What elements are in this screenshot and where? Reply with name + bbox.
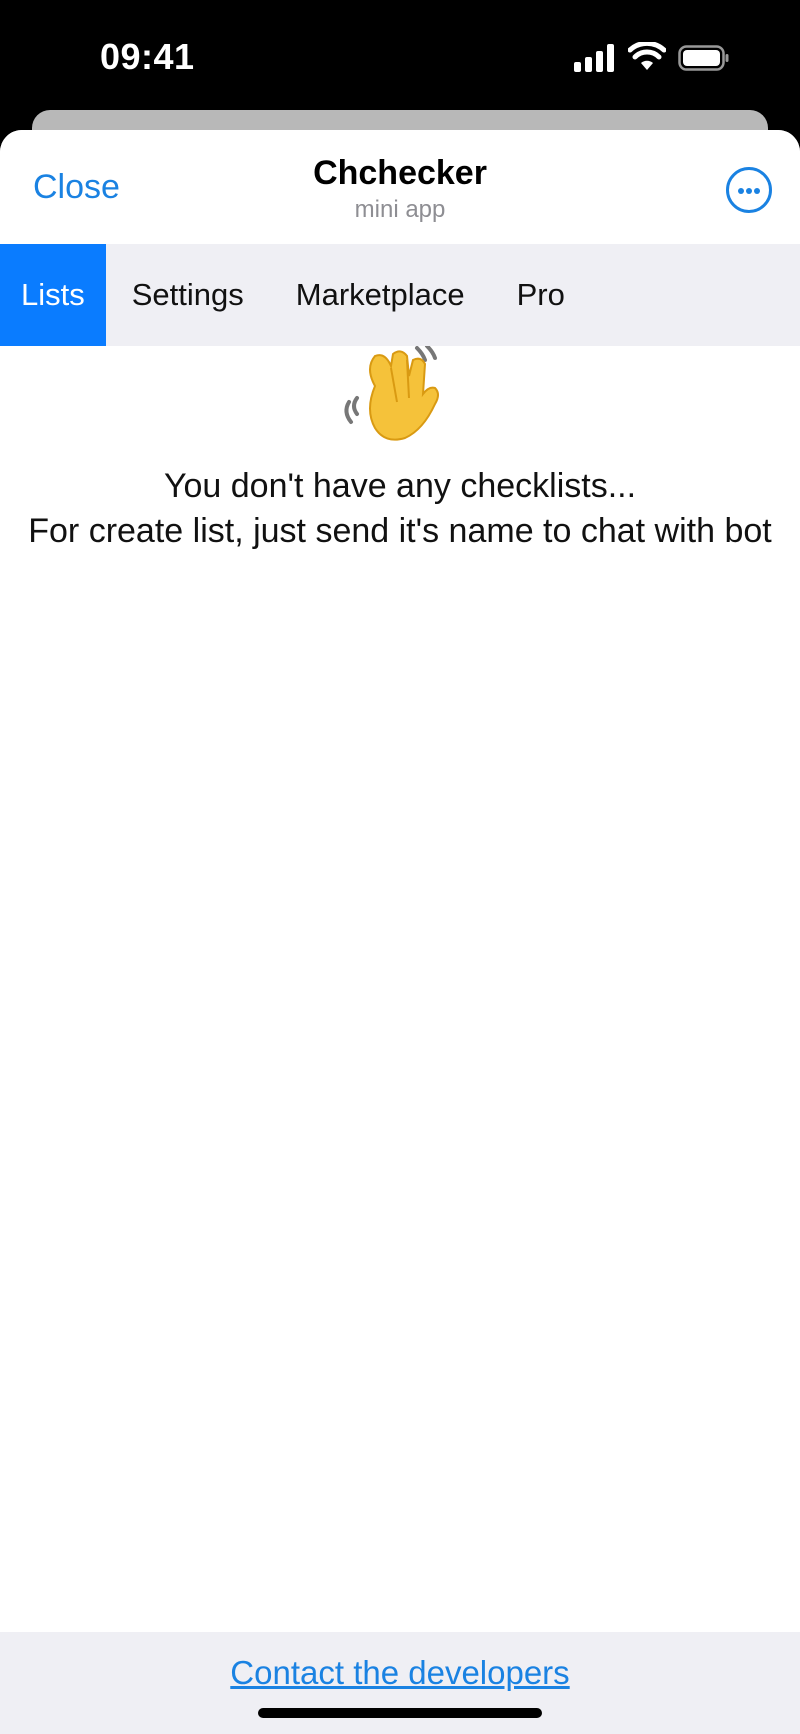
app-subtitle: mini app (354, 196, 446, 223)
app-title: Chchecker (313, 154, 487, 192)
status-bar: 09:41 (0, 0, 800, 110)
sheet-header: Close Chchecker mini app (0, 130, 800, 244)
wifi-icon (628, 42, 666, 70)
mini-app-sheet: Close Chchecker mini app Lists Settings … (0, 130, 800, 1734)
empty-message: You don't have any checklists... For cre… (0, 464, 800, 554)
tab-pro[interactable]: Pro (491, 244, 591, 346)
tab-marketplace[interactable]: Marketplace (270, 244, 491, 346)
empty-state: You don't have any checklists... For cre… (0, 346, 800, 554)
contact-developers-link[interactable]: Contact the developers (0, 1654, 800, 1692)
status-time: 09:41 (100, 36, 195, 77)
cellular-signal-icon (574, 44, 616, 72)
title-block: Chchecker mini app (0, 150, 800, 224)
tab-lists[interactable]: Lists (0, 244, 106, 346)
footer-bar: Contact the developers (0, 1632, 800, 1734)
empty-message-line-1: You don't have any checklists... (163, 467, 637, 505)
battery-icon (678, 45, 729, 71)
tab-bar: Lists Settings Marketplace Pro (0, 244, 800, 346)
empty-message-line-2: For create list, just send it's name to … (28, 512, 772, 550)
waving-hand-icon (344, 346, 439, 441)
tab-settings[interactable]: Settings (106, 244, 270, 346)
home-indicator[interactable] (258, 1708, 542, 1718)
ellipsis-circle-icon[interactable] (726, 167, 772, 213)
